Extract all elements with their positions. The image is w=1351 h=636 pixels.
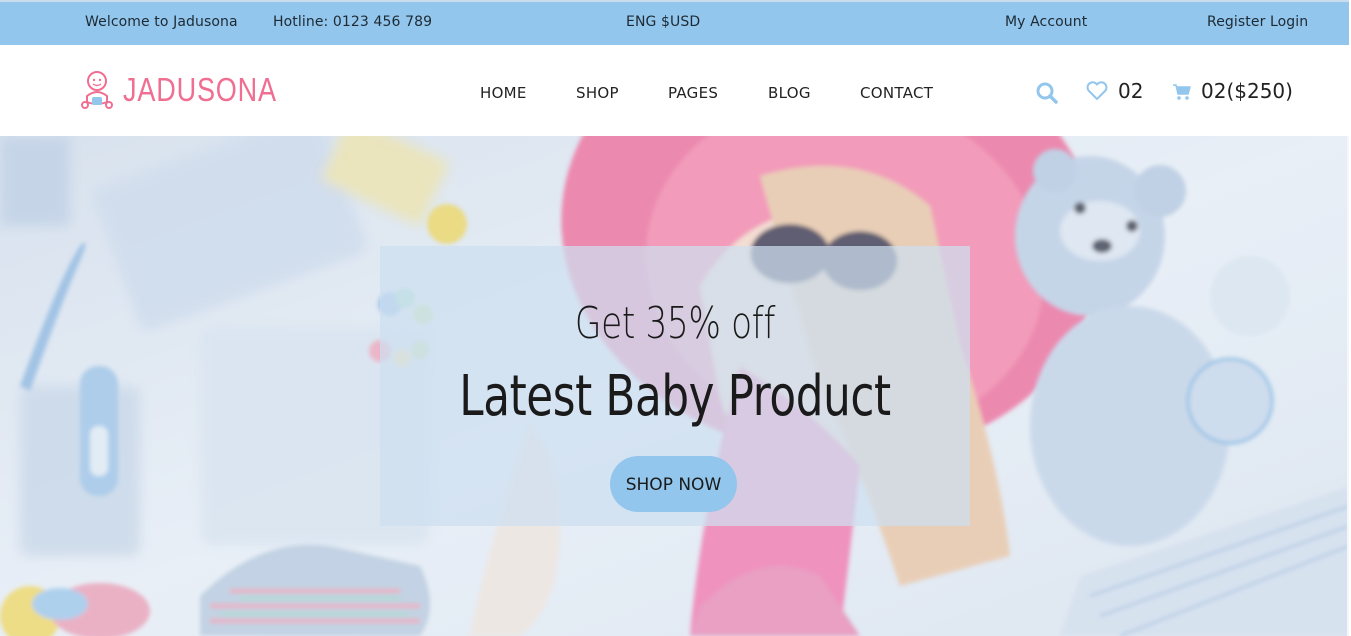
nav-item-home[interactable]: HOME <box>480 84 527 102</box>
shop-now-button[interactable]: SHOP NOW <box>610 456 737 512</box>
my-account-link[interactable]: My Account <box>1005 14 1087 30</box>
cart-summary[interactable]: 02($250) <box>1201 79 1293 103</box>
welcome-text: Welcome to Jadusona <box>85 14 238 30</box>
nav-item-blog[interactable]: BLOG <box>768 84 811 102</box>
wishlist-count[interactable]: 02 <box>1118 79 1143 103</box>
nav-item-pages[interactable]: PAGES <box>668 84 718 102</box>
nav-item-shop[interactable]: SHOP <box>576 84 619 102</box>
nav-item-contact[interactable]: CONTACT <box>860 84 933 102</box>
promo-subtitle: Get 35% off <box>574 298 776 349</box>
promo-box: Get 35% off Latest Baby Product SHOP NOW <box>380 246 970 526</box>
language-currency-selector[interactable]: ENG $USD <box>626 14 700 30</box>
logo[interactable]: JADUSONA <box>79 70 311 110</box>
search-icon[interactable] <box>1035 81 1059 105</box>
hero-banner: Get 35% off Latest Baby Product SHOP NOW <box>0 136 1349 636</box>
top-bar: Welcome to Jadusona Hotline: 0123 456 78… <box>0 0 1349 45</box>
site-header: JADUSONA HOME SHOP PAGES BLOG CONTACT 02… <box>0 45 1349 136</box>
cart-icon[interactable] <box>1172 83 1192 101</box>
hotline-text: Hotline: 0123 456 789 <box>273 14 433 30</box>
hero-edge <box>1347 136 1349 636</box>
logo-text: JADUSONA <box>123 71 277 108</box>
register-login-link[interactable]: Register Login <box>1207 14 1308 30</box>
promo-title: Latest Baby Product <box>459 364 891 429</box>
heart-icon[interactable] <box>1086 81 1108 101</box>
baby-logo-icon <box>81 71 113 109</box>
